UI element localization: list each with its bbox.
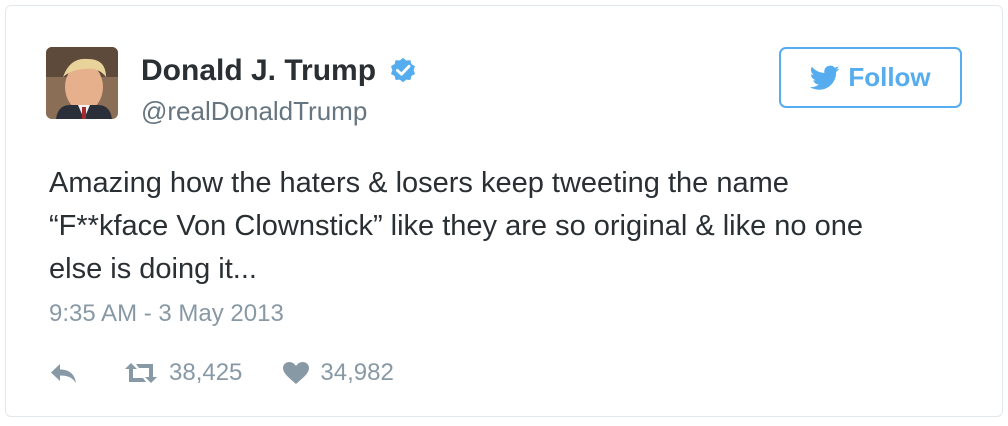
follow-label: Follow	[848, 62, 931, 92]
follow-button[interactable]: Follow	[779, 47, 962, 108]
heart-icon	[283, 362, 310, 384]
tweet-text: Amazing how the haters & losers keep twe…	[49, 167, 863, 285]
verified-badge-icon	[391, 57, 416, 83]
twitter-bird-icon	[810, 65, 840, 90]
tweet-card: Donald J. Trump @realDonaldTrump Follow …	[5, 5, 1003, 417]
retweet-icon	[125, 363, 157, 383]
reply-button[interactable]	[49, 361, 79, 385]
reply-icon	[51, 364, 76, 383]
like-count: 34,982	[320, 359, 394, 386]
display-name[interactable]: Donald J. Trump	[141, 54, 418, 88]
like-button[interactable]: 34,982	[282, 359, 394, 387]
tweet-timestamp[interactable]: 9:35 AM - 3 May 2013	[49, 300, 284, 328]
user-handle[interactable]: @realDonaldTrump	[141, 96, 367, 127]
avatar-photo	[46, 47, 118, 119]
avatar[interactable]	[46, 47, 118, 119]
display-name-text: Donald J. Trump	[141, 54, 377, 87]
retweet-button[interactable]: 38,425	[123, 359, 242, 387]
tweet-actions: 38,425 34,982	[49, 355, 394, 391]
retweet-count: 38,425	[169, 359, 243, 386]
